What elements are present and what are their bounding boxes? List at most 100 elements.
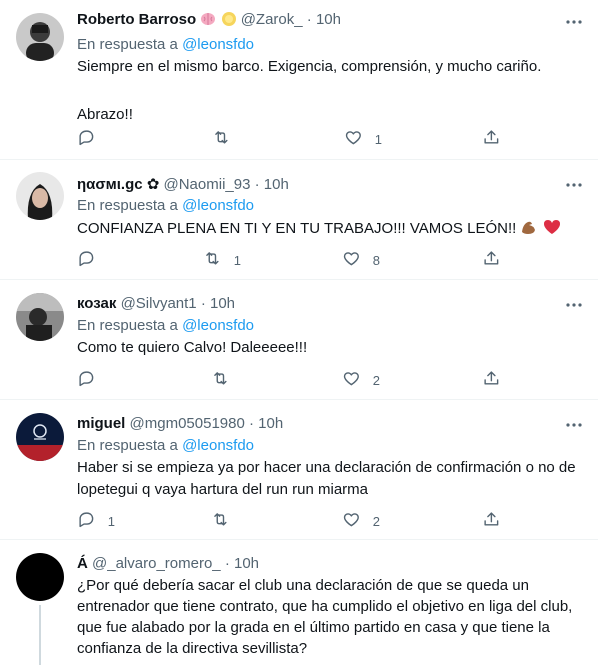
action-bar: 1 2 xyxy=(77,511,507,531)
reply-button[interactable] xyxy=(77,370,108,390)
reply-icon xyxy=(77,249,96,271)
tweet-text-line: que fue alabado por la grada en el últim… xyxy=(77,619,550,636)
tweet-text: CONFIANZA PLENA EN TI Y EN TU TRABAJO!!!… xyxy=(77,218,582,242)
separator: · xyxy=(200,295,206,312)
timestamp[interactable]: 10h xyxy=(316,11,341,28)
tweet-naomii[interactable]: ηασмι.gc ✿ @Naomii_93 · 10h En respuesta… xyxy=(0,160,598,280)
author-handle[interactable]: @_alvaro_romero_ xyxy=(92,555,221,572)
tweet-alvaro-romero[interactable]: Á @_alvaro_romero_ · 10h ¿Por qué deberí… xyxy=(0,540,598,665)
heart-icon xyxy=(344,128,363,150)
tweet-text: Haber si se empieza ya por hacer una dec… xyxy=(77,458,582,500)
reply-button[interactable] xyxy=(77,129,108,149)
share-icon xyxy=(482,128,501,150)
tweet-text: Como te quiero Calvo! Daleeeee!!! xyxy=(77,338,582,358)
separator: · xyxy=(254,176,260,193)
author-handle[interactable]: @Silvyant1 xyxy=(121,295,197,312)
tweet-text-line: ¿Por qué debería sacar el club una decla… xyxy=(77,577,529,594)
author-handle[interactable]: @Naomii_93 xyxy=(164,176,251,193)
share-icon xyxy=(482,510,501,532)
tweet-text-line: confianza de la directiva sevillista? xyxy=(77,640,308,657)
separator: · xyxy=(249,415,254,432)
author-name[interactable]: Á xyxy=(77,555,88,572)
tweet-text-line: entrenador que tiene contrato, que ha cu… xyxy=(77,598,573,615)
like-button[interactable]: 1 xyxy=(344,129,382,149)
timestamp[interactable]: 10h xyxy=(210,295,235,312)
separator: · xyxy=(224,555,230,572)
reply-prefix: En respuesta a xyxy=(77,197,183,214)
like-count: 2 xyxy=(372,513,380,529)
reply-count: 1 xyxy=(107,513,115,529)
tweet-text-line: Haber si se empieza ya por hacer una dec… xyxy=(77,459,576,476)
avatar[interactable] xyxy=(16,172,64,220)
tweet-text-line: Siempre en el mismo barco. Exigencia, co… xyxy=(77,58,542,75)
tweet-text-line: CONFIANZA PLENA EN TI Y EN TU TRABAJO!!!… xyxy=(77,220,517,237)
tweet-text: ¿Por qué debería sacar el club una decla… xyxy=(77,576,582,659)
author-name[interactable]: ηασмι.gc ✿ xyxy=(77,176,159,193)
heart-icon xyxy=(342,249,361,271)
more-horizontal-icon[interactable] xyxy=(564,175,584,195)
tweet-text-line: Abrazo!! xyxy=(77,106,133,123)
author-name[interactable]: miguel xyxy=(77,415,125,432)
avatar[interactable] xyxy=(16,413,64,461)
separator: · xyxy=(306,11,312,28)
author-handle[interactable]: @Zarok_ xyxy=(241,11,303,28)
reply-to-link[interactable]: @leonsfdo xyxy=(182,317,254,334)
action-bar: 2 xyxy=(77,370,507,390)
share-button[interactable] xyxy=(482,370,501,390)
share-icon xyxy=(482,369,501,391)
reply-to-link[interactable]: @leonsfdo xyxy=(182,437,254,454)
like-count: 8 xyxy=(372,252,380,268)
timestamp[interactable]: 10h xyxy=(258,415,283,432)
more-horizontal-icon[interactable] xyxy=(564,12,584,32)
reply-button[interactable]: 1 xyxy=(77,511,115,531)
like-count: 2 xyxy=(372,372,380,388)
reply-button[interactable] xyxy=(77,250,108,270)
tweet-miguel[interactable]: miguel @mgm05051980 · 10h En respuesta a… xyxy=(0,400,598,540)
retweet-button[interactable]: 1 xyxy=(203,250,241,270)
author-name[interactable]: козак xyxy=(77,295,116,312)
more-horizontal-icon[interactable] xyxy=(564,295,584,315)
share-button[interactable] xyxy=(482,250,501,270)
reply-context: En respuesta a @leonsfdo xyxy=(77,317,254,334)
reply-context: En respuesta a @leonsfdo xyxy=(77,197,254,214)
brain-emoji xyxy=(200,11,216,31)
avatar[interactable] xyxy=(16,553,64,601)
flexed-biceps-emoji xyxy=(520,218,538,242)
more-horizontal-icon[interactable] xyxy=(564,415,584,435)
tweet-text-line: lopetegui q vaya hartura del run run mia… xyxy=(77,481,368,498)
like-button[interactable]: 2 xyxy=(342,511,380,531)
tweet-text: Siempre en el mismo barco. Exigencia, co… xyxy=(77,57,582,125)
retweet-icon xyxy=(203,249,222,271)
action-bar: 1 8 xyxy=(77,250,507,270)
reply-icon xyxy=(77,510,96,532)
tweet-text-line: Como te quiero Calvo! Daleeeee!!! xyxy=(77,339,308,356)
sun-emoji xyxy=(221,11,237,31)
avatar[interactable] xyxy=(16,293,64,341)
reply-prefix: En respuesta a xyxy=(77,437,183,454)
share-button[interactable] xyxy=(482,511,501,531)
avatar[interactable] xyxy=(16,13,64,61)
heart-icon xyxy=(342,510,361,532)
share-icon xyxy=(482,249,501,271)
retweet-icon xyxy=(211,369,230,391)
tweet-roberto-barroso[interactable]: Roberto Barroso @Zarok_ · 10h En respues… xyxy=(0,0,598,160)
share-button[interactable] xyxy=(482,129,501,149)
like-button[interactable]: 2 xyxy=(342,370,380,390)
retweet-button[interactable] xyxy=(211,511,242,531)
reply-context: En respuesta a @leonsfdo xyxy=(77,437,254,454)
reply-prefix: En respuesta a xyxy=(77,36,183,53)
reply-to-link[interactable]: @leonsfdo xyxy=(182,36,254,53)
timestamp[interactable]: 10h xyxy=(264,176,289,193)
author-name[interactable]: Roberto Barroso xyxy=(77,11,196,28)
timestamp[interactable]: 10h xyxy=(234,555,259,572)
tweet-silvyant[interactable]: козак @Silvyant1 · 10h En respuesta a @l… xyxy=(0,280,598,400)
author-handle[interactable]: @mgm05051980 xyxy=(130,415,245,432)
reply-icon xyxy=(77,128,96,150)
thread-line xyxy=(39,605,41,665)
heart-icon xyxy=(342,369,361,391)
red-heart-emoji xyxy=(543,218,561,242)
retweet-button[interactable] xyxy=(212,129,243,149)
like-button[interactable]: 8 xyxy=(342,250,380,270)
retweet-button[interactable] xyxy=(211,370,242,390)
reply-to-link[interactable]: @leonsfdo xyxy=(182,197,254,214)
